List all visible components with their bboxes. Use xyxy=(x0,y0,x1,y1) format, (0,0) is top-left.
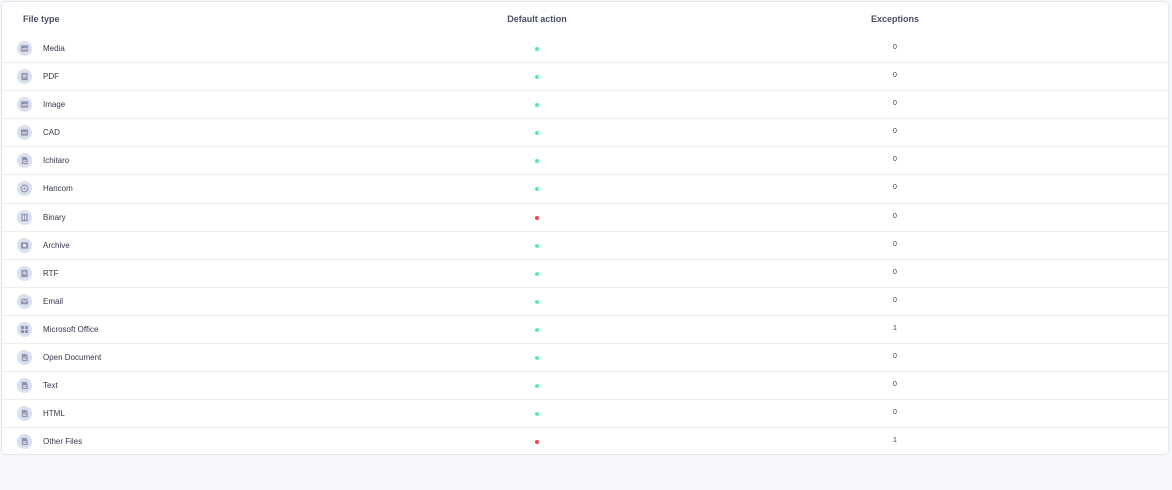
table-row[interactable]: HTML 0 xyxy=(2,400,1168,429)
document-icon xyxy=(17,378,32,394)
media-icon xyxy=(17,41,32,56)
table-row[interactable]: Media 0 xyxy=(2,35,1168,64)
column-header-default-action[interactable]: Default action xyxy=(507,14,567,24)
table-row[interactable]: CAD 0 xyxy=(2,119,1168,148)
exceptions-count: 0 xyxy=(893,44,897,51)
status-dot-allow xyxy=(535,271,539,276)
status-dot-allow xyxy=(535,356,539,361)
status-dot-allow xyxy=(535,103,539,108)
document-icon xyxy=(17,434,32,450)
file-type-name: Archive xyxy=(43,240,70,250)
table-row[interactable]: Open Document 0 xyxy=(2,344,1168,373)
status-dot-block xyxy=(535,215,539,220)
file-type-name: RTF xyxy=(43,268,59,278)
file-type-name: Open Document xyxy=(43,353,102,363)
office-icon xyxy=(17,321,32,337)
document-icon xyxy=(17,153,32,169)
status-dot-allow xyxy=(535,159,539,164)
table-body: Media 0 PDF 0 Image 0 CAD 0 Ichitaro 0 Hancom 0 Bina… xyxy=(2,35,1168,456)
rtf-icon xyxy=(17,265,32,281)
exceptions-count: 0 xyxy=(893,296,897,304)
file-type-table: File type Default action Exceptions Medi… xyxy=(1,1,1169,455)
table-row[interactable]: PDF 0 xyxy=(2,63,1168,92)
status-dot-allow xyxy=(535,327,539,332)
binary-icon xyxy=(17,209,32,225)
status-dot-allow xyxy=(535,243,539,248)
exceptions-count: 0 xyxy=(893,100,897,108)
status-dot-allow xyxy=(535,384,539,389)
file-type-name: Ichitaro xyxy=(43,156,70,166)
file-type-name: Microsoft Office xyxy=(43,324,99,334)
status-dot-allow xyxy=(535,187,539,192)
exceptions-count: 0 xyxy=(893,353,897,361)
exceptions-count: 0 xyxy=(893,184,897,192)
file-type-name: Hancom xyxy=(43,184,73,194)
table-header: File type Default action Exceptions xyxy=(2,2,1168,36)
file-type-name: Email xyxy=(43,296,64,306)
exceptions-count: 1 xyxy=(893,437,897,445)
status-dot-allow xyxy=(535,299,539,304)
exceptions-count: 0 xyxy=(893,156,897,164)
exceptions-count: 0 xyxy=(893,212,897,220)
hancom-icon xyxy=(17,181,32,197)
document-icon xyxy=(17,406,32,422)
pdf-icon xyxy=(17,69,32,85)
status-dot-allow xyxy=(535,75,539,80)
exceptions-count: 0 xyxy=(893,240,897,248)
column-header-exceptions[interactable]: Exceptions xyxy=(871,14,919,24)
file-type-name: Image xyxy=(43,100,66,110)
document-icon xyxy=(17,350,32,366)
table-row[interactable]: Text 0 xyxy=(2,372,1168,401)
table-row[interactable]: Image 0 xyxy=(2,91,1168,120)
file-type-name: Other Files xyxy=(43,437,83,447)
exceptions-count: 0 xyxy=(893,268,897,276)
table-row[interactable]: RTF 0 xyxy=(2,260,1168,288)
table-row[interactable]: Microsoft Office 1 xyxy=(2,316,1168,345)
exceptions-count: 0 xyxy=(893,381,897,389)
image-icon xyxy=(17,97,32,113)
exceptions-count: 1 xyxy=(893,324,897,332)
exceptions-count: 0 xyxy=(893,72,897,80)
status-dot-allow xyxy=(535,47,539,51)
file-type-name: CAD xyxy=(43,128,60,138)
table-row[interactable]: Archive 0 xyxy=(2,232,1168,260)
table-row[interactable]: Ichitaro 0 xyxy=(2,147,1168,176)
file-type-name: PDF xyxy=(43,72,59,82)
table-row[interactable]: Binary 0 xyxy=(2,204,1168,232)
file-type-name: Text xyxy=(43,381,58,391)
cad-icon xyxy=(17,125,32,141)
table-row[interactable]: Other Files 1 xyxy=(2,428,1168,456)
table-row[interactable]: Hancom 0 xyxy=(2,175,1168,204)
exceptions-count: 0 xyxy=(893,128,897,136)
status-dot-block xyxy=(535,440,539,445)
column-header-file-type[interactable]: File type xyxy=(23,14,60,24)
archive-icon xyxy=(17,237,32,253)
file-type-name: HTML xyxy=(43,409,65,419)
exceptions-count: 0 xyxy=(893,409,897,417)
email-icon xyxy=(17,293,32,309)
table-row[interactable]: Email 0 xyxy=(2,288,1168,316)
file-type-name: Media xyxy=(43,44,65,53)
status-dot-allow xyxy=(535,412,539,417)
file-type-name: Binary xyxy=(43,212,66,222)
status-dot-allow xyxy=(535,131,539,136)
